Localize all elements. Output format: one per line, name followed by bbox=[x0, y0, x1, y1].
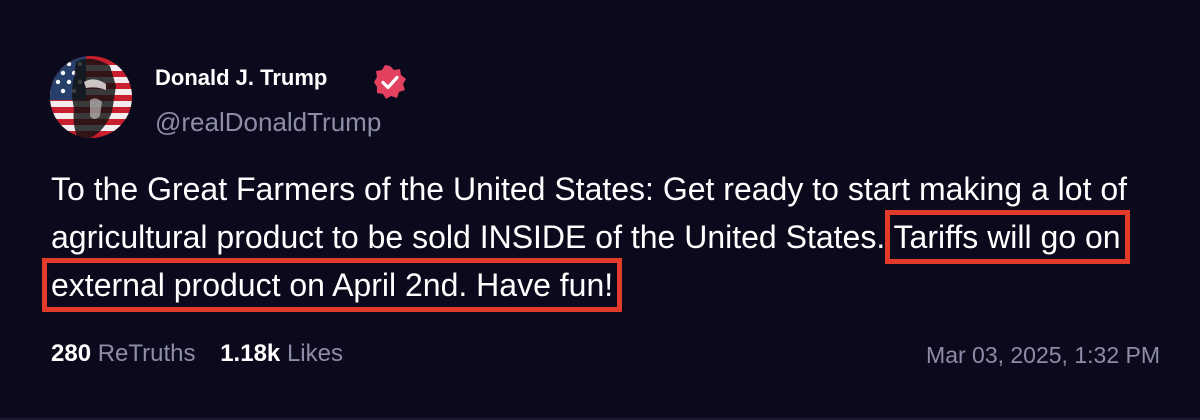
author-handle[interactable]: @realDonaldTrump bbox=[155, 107, 381, 138]
retruths-label: ReTruths bbox=[97, 340, 196, 367]
likes-stat[interactable]: 1.18k Likes bbox=[220, 340, 343, 367]
verified-badge-icon bbox=[374, 65, 406, 99]
retruths-stat[interactable]: 280 ReTruths bbox=[51, 340, 202, 367]
author-avatar[interactable] bbox=[50, 56, 132, 138]
likes-label: Likes bbox=[286, 340, 343, 367]
truth-post-card: Donald J. Trump @realDonaldTrump To the … bbox=[0, 0, 1200, 420]
retruths-count: 280 bbox=[51, 340, 92, 367]
likes-count: 1.18k bbox=[220, 340, 281, 367]
post-timestamp[interactable]: Mar 03, 2025, 1:32 PM bbox=[926, 342, 1160, 369]
post-body: To the Great Farmers of the United State… bbox=[42, 165, 1161, 312]
author-name[interactable]: Donald J. Trump bbox=[155, 65, 327, 91]
profile-photo-icon bbox=[50, 56, 132, 138]
post-stats: 280 ReTruths 1.18k Likes bbox=[51, 340, 361, 368]
